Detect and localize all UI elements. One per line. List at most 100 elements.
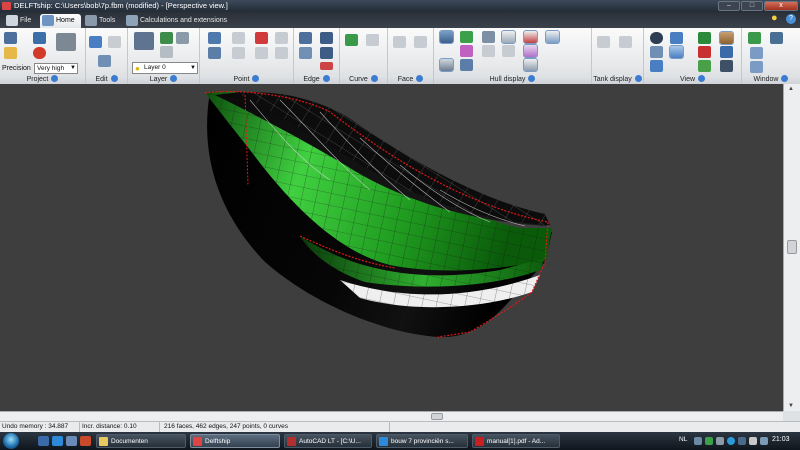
point-collapse-icon[interactable]: [232, 32, 245, 44]
scroll-up-icon[interactable]: ▲: [788, 86, 794, 92]
curve-edit-icon[interactable]: [366, 34, 379, 46]
group-options-icon[interactable]: [698, 75, 706, 82]
show-points-icon[interactable]: [460, 59, 473, 71]
point-lock-icon[interactable]: [208, 47, 221, 59]
edge-crease-icon[interactable]: [299, 47, 312, 59]
point-insert-icon[interactable]: [275, 47, 288, 59]
group-options-icon[interactable]: [634, 75, 642, 82]
tray-help-icon[interactable]: [694, 437, 702, 445]
show-markers-icon[interactable]: [502, 45, 515, 57]
point-align-icon[interactable]: [275, 32, 288, 44]
show-grid-icon[interactable]: [482, 31, 495, 43]
start-button[interactable]: [3, 433, 19, 449]
layer-properties-icon[interactable]: [134, 32, 154, 50]
group-options-icon[interactable]: [51, 75, 59, 82]
show-waterlines-icon[interactable]: [545, 30, 560, 44]
edge-split-icon[interactable]: [320, 32, 333, 44]
group-options-icon[interactable]: [416, 75, 424, 82]
group-options-icon[interactable]: [528, 75, 536, 82]
tray-skype-icon[interactable]: [727, 437, 735, 445]
scroll-down-icon[interactable]: ▼: [788, 403, 794, 409]
window-dropdown-icon[interactable]: [770, 32, 783, 44]
group-options-icon[interactable]: [252, 75, 260, 82]
language-indicator[interactable]: NL: [679, 436, 687, 443]
edge-extrude-icon[interactable]: [299, 32, 312, 44]
new-window-icon[interactable]: [748, 32, 761, 44]
taskbar-item-pdf[interactable]: manual[1].pdf - Ad...: [472, 434, 560, 448]
tab-home[interactable]: Home: [40, 14, 81, 28]
show-hydrostatics-icon[interactable]: [523, 58, 538, 72]
group-options-icon[interactable]: [170, 75, 178, 82]
cascade-windows-icon[interactable]: [750, 61, 763, 73]
tray-signal-icon[interactable]: [760, 437, 768, 445]
edge-connect-icon[interactable]: [320, 47, 333, 59]
tray-volume-icon[interactable]: [749, 437, 757, 445]
point-move-icon[interactable]: [255, 47, 268, 59]
view-gauss-icon[interactable]: [698, 60, 711, 72]
view-zebra-icon[interactable]: [720, 46, 733, 58]
tray-monitor-icon[interactable]: [738, 437, 746, 445]
undo-icon[interactable]: [89, 36, 102, 48]
show-tanks-icon[interactable]: [597, 36, 610, 48]
quicklaunch-app-icon[interactable]: [80, 436, 91, 446]
view-developed-icon[interactable]: [719, 31, 734, 45]
tab-calculations[interactable]: Calculations and extensions: [124, 14, 233, 28]
tile-windows-icon[interactable]: [750, 47, 763, 59]
ie-icon[interactable]: [52, 436, 63, 446]
add-point-icon[interactable]: [208, 32, 221, 44]
open-project-icon[interactable]: [4, 47, 17, 59]
view-profile-icon[interactable]: [650, 46, 663, 58]
save-icon[interactable]: [33, 32, 46, 44]
view-shaded-icon[interactable]: [698, 32, 711, 44]
layer-color-icon[interactable]: [160, 32, 173, 44]
group-options-icon[interactable]: [322, 75, 330, 82]
show-flowlines-icon[interactable]: [523, 44, 538, 58]
show-control-net-icon[interactable]: [439, 30, 454, 44]
clock[interactable]: 21:03: [772, 436, 790, 443]
group-options-icon[interactable]: [370, 75, 378, 82]
layer-delete-icon[interactable]: [160, 46, 173, 58]
show-desktop-icon[interactable]: [38, 436, 49, 446]
close-button[interactable]: x: [764, 1, 798, 11]
add-face-icon[interactable]: [393, 36, 406, 48]
view-curvature-shading-icon[interactable]: [698, 46, 711, 58]
hull-model[interactable]: [0, 84, 783, 411]
vertical-scrollbar[interactable]: ▲ ▼: [783, 84, 800, 411]
stop-icon[interactable]: [33, 47, 46, 59]
edge-collapse-icon[interactable]: [320, 62, 333, 70]
tray-device-icon[interactable]: [716, 437, 724, 445]
show-diagonals-icon[interactable]: [460, 45, 473, 57]
tab-file[interactable]: File: [4, 14, 37, 28]
face-flip-icon[interactable]: [414, 36, 427, 48]
horizontal-scroll-thumb[interactable]: [431, 413, 443, 420]
view-background-icon[interactable]: [720, 60, 733, 72]
taskbar-item-autocad[interactable]: AutoCAD LT - [C:\U...: [284, 434, 372, 448]
layer-select[interactable]: ● Layer 0 ▼: [132, 62, 198, 74]
add-curve-icon[interactable]: [345, 34, 358, 46]
new-project-icon[interactable]: [4, 32, 17, 44]
taskbar-item-browser[interactable]: bouw 7 provinciën s...: [376, 434, 468, 448]
tab-tools[interactable]: Tools: [83, 14, 121, 28]
show-interior-edges-icon[interactable]: [460, 31, 473, 43]
show-stations-icon[interactable]: [501, 30, 516, 44]
taskbar-item-documenten[interactable]: Documenten: [96, 434, 186, 448]
show-buttocks-icon[interactable]: [523, 30, 538, 44]
layer-visibility-icon[interactable]: [176, 32, 189, 44]
show-curvature-icon[interactable]: [482, 45, 495, 57]
settings-icon[interactable]: [56, 33, 76, 51]
taskbar-item-delftship[interactable]: Delftship: [190, 434, 280, 448]
vertical-scroll-thumb[interactable]: [787, 240, 797, 254]
tip-bulb-icon[interactable]: ●: [771, 13, 780, 24]
switch-windows-icon[interactable]: [66, 436, 77, 446]
view-perspective-icon[interactable]: [650, 32, 663, 44]
tray-network-icon[interactable]: [705, 437, 713, 445]
view-bodyplan-icon[interactable]: [670, 32, 683, 44]
group-options-icon[interactable]: [110, 75, 118, 82]
perspective-viewport[interactable]: [0, 84, 783, 411]
help-icon[interactable]: ?: [786, 14, 796, 24]
point-unlock-icon[interactable]: [232, 47, 245, 59]
show-normals-icon[interactable]: [439, 58, 454, 72]
redo-icon[interactable]: [108, 36, 121, 48]
view-zoom-icon[interactable]: [650, 60, 663, 72]
delete-point-icon[interactable]: [255, 32, 268, 44]
